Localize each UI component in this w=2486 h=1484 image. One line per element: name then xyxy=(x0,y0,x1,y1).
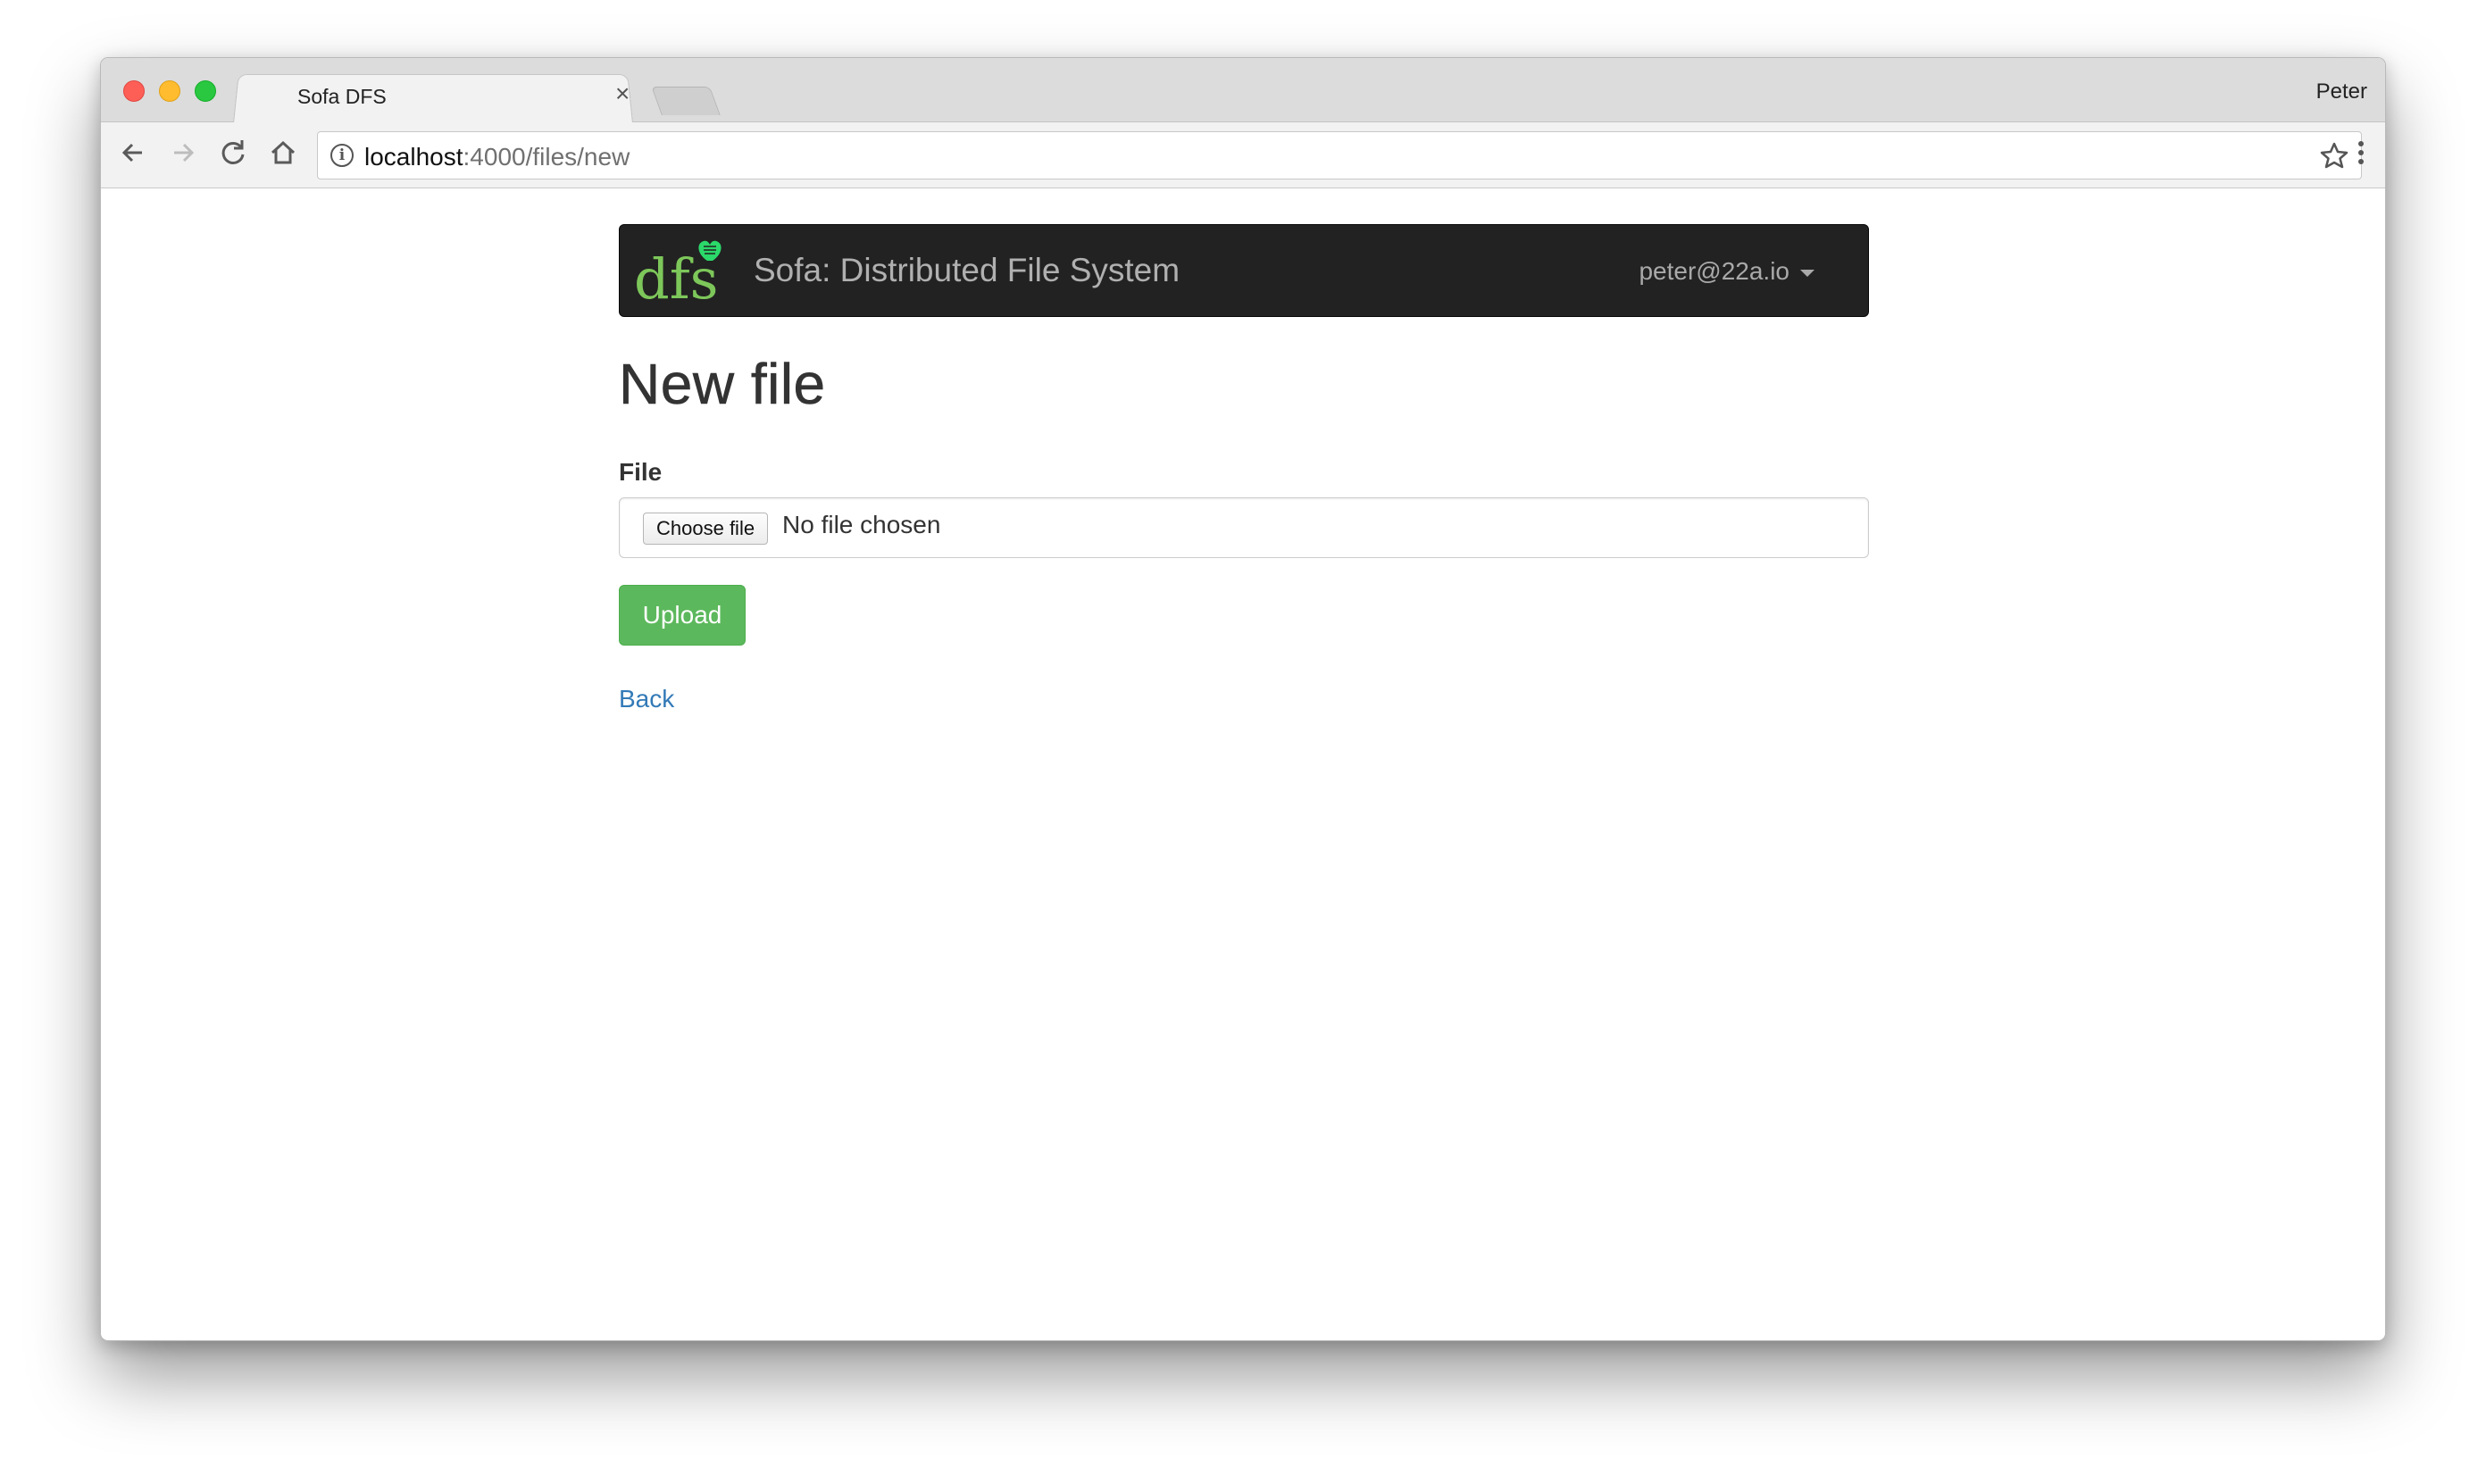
menu-dots-icon[interactable] xyxy=(2357,135,2365,171)
profile-name[interactable]: Peter xyxy=(2316,79,2367,104)
choose-file-button[interactable]: Choose file xyxy=(643,513,769,545)
back-link[interactable]: Back xyxy=(619,685,674,713)
window-close-button[interactable] xyxy=(123,80,145,102)
forward-arrow-icon[interactable] xyxy=(165,135,201,171)
browser-tab[interactable] xyxy=(233,74,633,123)
url-text[interactable]: localhost:4000/files/new xyxy=(364,143,630,171)
browser-toolbar: i localhost:4000/files/new xyxy=(101,122,2385,188)
window-minimize-button[interactable] xyxy=(159,80,180,102)
url-path: :4000/files/new xyxy=(463,143,630,171)
brand-title[interactable]: Sofa: Distributed File System xyxy=(754,252,1180,289)
address-bar[interactable]: i localhost:4000/files/new xyxy=(317,131,2362,179)
caret-down-icon xyxy=(1800,269,1814,277)
tab-title[interactable]: Sofa DFS xyxy=(297,85,387,109)
star-icon[interactable] xyxy=(2318,138,2350,181)
dfs-logo[interactable]: dfs xyxy=(634,236,727,312)
upload-button[interactable]: Upload xyxy=(619,585,746,646)
back-arrow-icon[interactable] xyxy=(115,135,151,171)
page-content: dfs Sofa: Distributed File System peter@… xyxy=(101,188,2385,1340)
file-label: File xyxy=(619,458,663,486)
content-container: dfs Sofa: Distributed File System peter@… xyxy=(619,224,1869,713)
window-maximize-button[interactable] xyxy=(195,80,216,102)
url-host: localhost xyxy=(364,143,463,171)
tab-close-icon[interactable]: × xyxy=(615,81,630,106)
info-icon[interactable]: i xyxy=(330,144,354,167)
page-title: New file xyxy=(619,352,826,417)
browser-window: Sofa DFS × Peter i localhost:4000/files/… xyxy=(100,57,2386,1341)
user-email: peter@22a.io xyxy=(1639,257,1789,285)
user-dropdown[interactable]: peter@22a.io xyxy=(1639,257,1814,286)
title-bar: Sofa DFS × Peter xyxy=(101,58,2385,123)
new-tab-button[interactable] xyxy=(651,87,721,115)
reload-icon[interactable] xyxy=(215,135,251,171)
home-icon[interactable] xyxy=(265,135,301,171)
file-status-text: No file chosen xyxy=(782,511,941,538)
file-input[interactable]: Choose file No file chosen xyxy=(619,497,1869,558)
app-navbar: dfs Sofa: Distributed File System peter@… xyxy=(619,224,1869,317)
